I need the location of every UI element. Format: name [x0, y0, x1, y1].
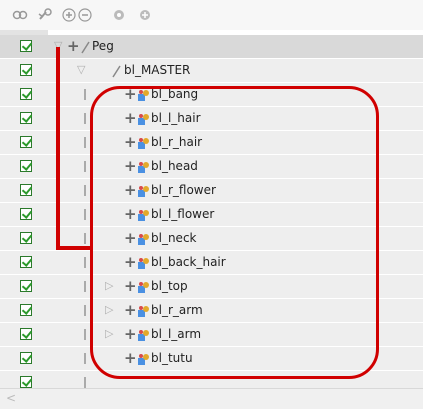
tree-guide	[84, 185, 86, 196]
tree-guide	[84, 209, 86, 220]
tree-row-label: bl_MASTER	[124, 63, 191, 77]
remove-icon[interactable]	[78, 8, 92, 22]
visibility-checkbox[interactable]	[20, 376, 32, 388]
tree-guide	[84, 257, 86, 268]
visibility-checkbox[interactable]	[20, 208, 32, 220]
toolbar	[0, 0, 423, 30]
node-icon[interactable]	[112, 8, 126, 22]
tree-row-label: Peg	[92, 39, 114, 53]
tree-guide	[84, 329, 86, 340]
horizontal-scrollbar[interactable]: <	[0, 388, 423, 409]
visibility-checkbox[interactable]	[20, 328, 32, 340]
add-icon[interactable]	[62, 8, 76, 22]
visibility-checkbox[interactable]	[20, 184, 32, 196]
tree-guide	[84, 353, 86, 364]
visibility-checkbox[interactable]	[20, 304, 32, 316]
peg-icon	[110, 63, 123, 78]
link-icon[interactable]	[12, 8, 28, 22]
tree-guide	[84, 377, 86, 388]
visibility-checkbox[interactable]	[20, 136, 32, 148]
visibility-checkbox[interactable]	[20, 40, 32, 52]
visibility-checkbox[interactable]	[20, 352, 32, 364]
tree-row-peg[interactable]: ▽ + Peg	[0, 35, 423, 59]
tree-row-master[interactable]: ▽ bl_MASTER	[0, 59, 423, 83]
visibility-checkbox[interactable]	[20, 280, 32, 292]
annotation-highlight-box	[90, 86, 379, 379]
collapse-arrow-icon[interactable]: ▽	[77, 63, 85, 77]
annotation-line	[56, 246, 92, 250]
visibility-checkbox[interactable]	[20, 88, 32, 100]
annotation-line	[56, 47, 60, 250]
visibility-checkbox[interactable]	[20, 112, 32, 124]
scroll-left-icon[interactable]: <	[6, 391, 16, 405]
tree-guide	[84, 233, 86, 244]
broken-link-icon[interactable]	[37, 8, 53, 22]
peg-icon	[79, 39, 92, 54]
plus-icon: +	[67, 37, 80, 55]
tree-guide	[84, 113, 86, 124]
tree-guide	[84, 161, 86, 172]
visibility-checkbox[interactable]	[20, 64, 32, 76]
node-add-icon[interactable]	[138, 8, 152, 22]
tree-guide	[84, 89, 86, 100]
visibility-checkbox[interactable]	[20, 160, 32, 172]
visibility-checkbox[interactable]	[20, 256, 32, 268]
tree-guide	[84, 137, 86, 148]
visibility-checkbox[interactable]	[20, 232, 32, 244]
tree-guide	[84, 281, 86, 292]
tree-guide	[84, 305, 86, 316]
